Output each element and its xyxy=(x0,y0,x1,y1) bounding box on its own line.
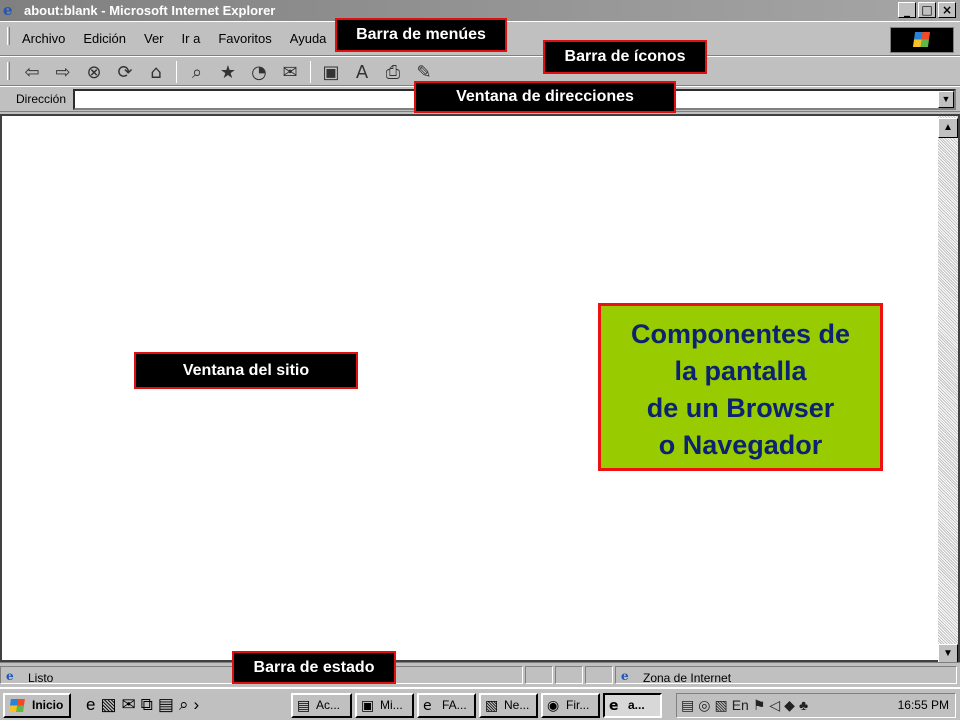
flag-icon[interactable]: ⚑ xyxy=(753,697,766,714)
maximize-button[interactable]: □ xyxy=(918,2,936,18)
task-label: FA... xyxy=(442,698,467,712)
outlook-icon[interactable]: ✉ xyxy=(122,695,136,715)
scroll-down-icon[interactable]: ▼ xyxy=(938,644,958,664)
home-icon[interactable]: ⌂ xyxy=(145,61,167,83)
internet-zone-icon: e xyxy=(621,669,629,683)
menu-ir-a[interactable]: Ir a xyxy=(182,31,201,46)
mail-icon[interactable]: ✉ xyxy=(279,61,301,83)
favorites-icon[interactable]: ★ xyxy=(217,61,239,83)
forward-arrow-icon[interactable]: ⇨ xyxy=(52,61,74,83)
quick-launch: e ▧ ✉ ⧉ ▤ ⌕ › xyxy=(86,695,199,715)
annotation-barra-estado: Barra de estado xyxy=(232,651,396,684)
print-icon[interactable]: ⎙ xyxy=(382,61,404,83)
task-label: Mi... xyxy=(380,698,403,712)
status-bar: e Listo e Zona de Internet xyxy=(0,662,960,687)
toolbar-separator xyxy=(176,61,177,83)
back-arrow-icon[interactable]: ⇦ xyxy=(21,61,43,83)
toolbar-separator xyxy=(310,61,311,83)
window-controls: _ □ × xyxy=(898,2,956,18)
language-icon[interactable]: En xyxy=(732,697,749,714)
toolbar-buttons: ⇦ ⇨ ⊗ ⟳ ⌂ ⌕ ★ ◔ ✉ ▣ A ⎙ ✎ xyxy=(21,61,435,83)
status-panel xyxy=(585,666,613,684)
title-callout: Componentes de la pantalla de un Browser… xyxy=(598,303,883,471)
taskbar: Inicio e ▧ ✉ ⧉ ▤ ⌕ › ▤ Ac... ▣ Mi... e FA..… xyxy=(0,687,960,720)
menu-list: Archivo Edición Ver Ir a Favoritos Ayuda xyxy=(22,31,326,46)
menu-favoritos[interactable]: Favoritos xyxy=(218,31,271,46)
annotation-ventana-direcciones: Ventana de direcciones xyxy=(414,81,676,113)
messenger-icon[interactable]: ♣ xyxy=(799,697,808,714)
tray-icons: ▤ ◎ ▧ En ⚑ ◁ ◆ ♣ xyxy=(681,697,808,714)
annotation-barra-iconos: Barra de íconos xyxy=(543,40,707,74)
callout-line: Componentes de xyxy=(630,319,851,349)
search-icon[interactable]: ⌕ xyxy=(186,61,208,83)
page-icon: e xyxy=(6,669,14,683)
discussion-icon[interactable]: ✎ xyxy=(413,61,435,83)
active-task-button[interactable]: e a... xyxy=(603,693,662,718)
task-button[interactable]: ▧ Ne... xyxy=(479,693,538,718)
speaker-icon[interactable]: ◁ xyxy=(769,697,780,714)
clock[interactable]: 16:55 PM xyxy=(898,698,949,712)
start-button[interactable]: Inicio xyxy=(3,693,71,718)
minimize-button[interactable]: _ xyxy=(898,2,916,18)
monitor-icon[interactable]: ▤ xyxy=(681,697,694,714)
network-status-icon[interactable]: ▧ xyxy=(714,697,727,714)
history-icon[interactable]: ◔ xyxy=(248,61,270,83)
task-label: a... xyxy=(628,698,645,712)
ie-icon[interactable]: e xyxy=(86,695,95,715)
callout-line: de un Browser xyxy=(646,393,835,423)
windows-flag-icon xyxy=(912,32,931,47)
windows-logo xyxy=(890,27,954,53)
task-button[interactable]: ▣ Mi... xyxy=(355,693,414,718)
address-label: Dirección xyxy=(16,92,67,106)
refresh-icon[interactable]: ⟳ xyxy=(114,61,136,83)
font-icon[interactable]: A xyxy=(351,61,373,83)
window-title: about:blank - Microsoft Internet Explore… xyxy=(24,3,276,18)
system-tray: ▤ ◎ ▧ En ⚑ ◁ ◆ ♣ 16:55 PM xyxy=(676,693,956,718)
ie-icon: e xyxy=(3,1,13,19)
folder-icon: ▤ xyxy=(297,698,311,714)
menu-bar-grip[interactable] xyxy=(7,27,10,45)
stop-icon[interactable]: ⊗ xyxy=(83,61,105,83)
menu-ayuda[interactable]: Ayuda xyxy=(290,31,327,46)
folder-icon[interactable]: ▤ xyxy=(158,695,174,715)
annotation-barra-menus: Barra de menúes xyxy=(335,18,507,52)
close-button[interactable]: × xyxy=(938,2,956,18)
chevron-right-icon[interactable]: › xyxy=(194,695,200,715)
toolbar-grip[interactable] xyxy=(7,62,10,80)
callout-line: la pantalla xyxy=(674,356,807,386)
cd-icon[interactable]: ◎ xyxy=(698,697,710,714)
status-panel xyxy=(555,666,583,684)
zone-text: Zona de Internet xyxy=(643,671,732,685)
menu-ver[interactable]: Ver xyxy=(144,31,164,46)
antivirus-icon[interactable]: ◆ xyxy=(784,697,795,714)
task-button[interactable]: ▤ Ac... xyxy=(291,693,352,718)
scroll-up-icon[interactable]: ▲ xyxy=(938,118,958,138)
callout-line: o Navegador xyxy=(658,430,823,460)
edit-icon[interactable]: ▣ xyxy=(320,61,342,83)
magnifier-icon[interactable]: ⌕ xyxy=(179,695,189,715)
ie-icon: e xyxy=(423,698,432,714)
network-icon: ▧ xyxy=(485,698,499,714)
annotation-ventana-sitio: Ventana del sitio xyxy=(134,352,358,389)
security-zone: e Zona de Internet xyxy=(615,666,957,685)
task-button[interactable]: e FA... xyxy=(417,693,476,718)
status-panel xyxy=(525,666,553,684)
connection-icon[interactable]: ⧉ xyxy=(141,695,153,715)
address-dropdown-icon[interactable]: ▼ xyxy=(938,91,954,108)
ie-icon: e xyxy=(609,698,619,714)
menu-edicion[interactable]: Edición xyxy=(83,31,126,46)
task-label: Ne... xyxy=(504,698,530,712)
task-label: Fir... xyxy=(566,698,590,712)
task-button[interactable]: ◉ Fir... xyxy=(541,693,600,718)
menu-archivo[interactable]: Archivo xyxy=(22,31,65,46)
firefox-icon: ◉ xyxy=(547,698,560,714)
computer-icon: ▣ xyxy=(361,698,375,714)
vertical-scrollbar[interactable]: ▲ ▼ xyxy=(938,116,958,664)
network-icon[interactable]: ▧ xyxy=(100,695,116,715)
status-text: Listo xyxy=(28,671,54,685)
task-label: Ac... xyxy=(316,698,341,712)
